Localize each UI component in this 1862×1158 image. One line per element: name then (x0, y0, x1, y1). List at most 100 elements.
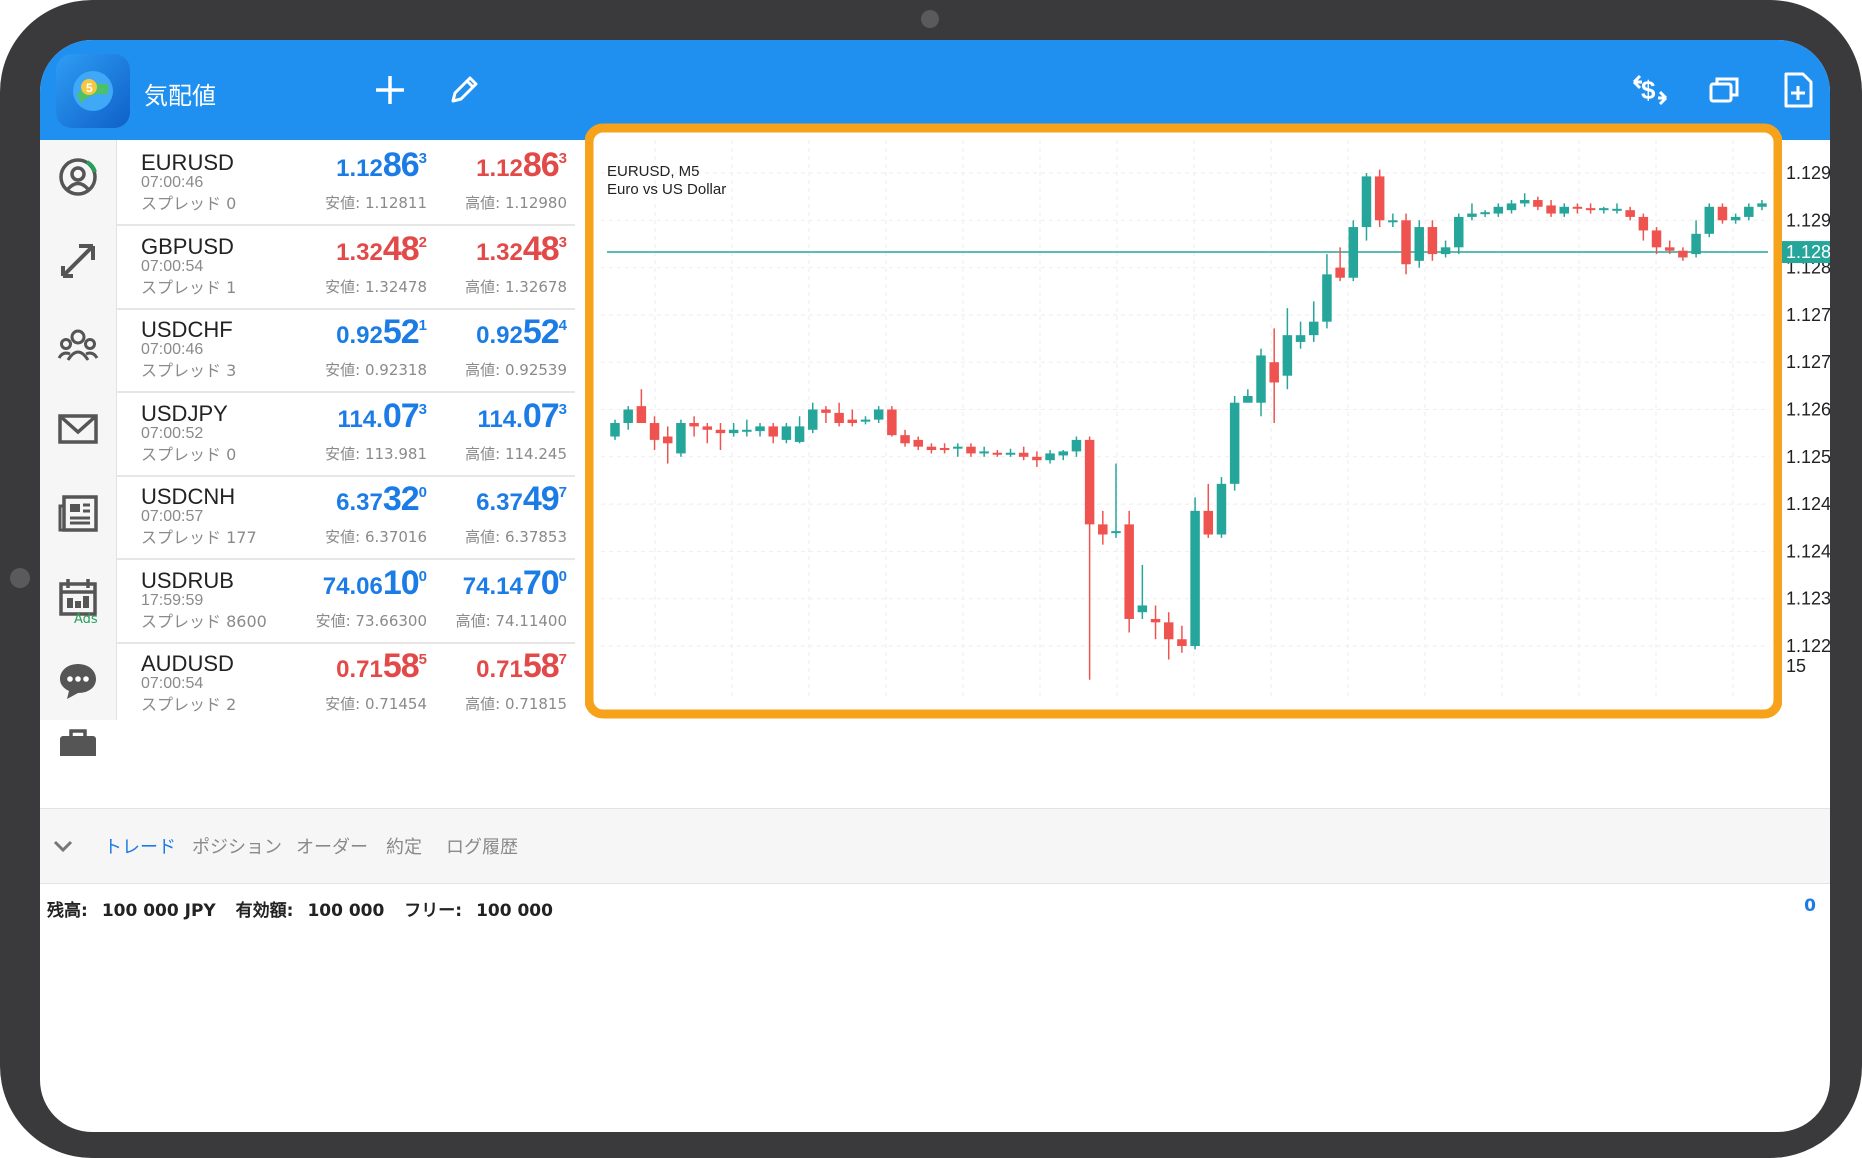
candle-body (808, 409, 818, 430)
candle-body (1216, 483, 1227, 535)
equity-value: 100 000 (307, 901, 385, 921)
price-tick-label: 1.12980 (1786, 163, 1830, 183)
quote-high: 高値: 0.92539 (465, 361, 567, 379)
price-tick-label: 1.12770 (1786, 305, 1830, 325)
candle-body (755, 426, 765, 432)
tab-5[interactable]: ログ履歴 (446, 833, 518, 859)
candle-body (1625, 210, 1635, 217)
chart-title: EURUSD, M5 (607, 163, 700, 180)
candle-body (953, 446, 963, 449)
nav-quotes[interactable] (40, 142, 116, 212)
candle-body (728, 429, 739, 434)
quote-high: 高値: 74.11400 (455, 611, 567, 630)
candle-body (1691, 233, 1701, 255)
bid-price: 1.12863 (336, 146, 427, 184)
nav-trade[interactable] (40, 226, 116, 296)
mail-icon (58, 414, 98, 444)
candle-body (847, 419, 858, 424)
quote-row-audusd[interactable]: AUDUSD 07:00:54 スプレッド 2 0.71585 0.71587 安値: 0… (117, 641, 575, 720)
nav-community[interactable] (40, 310, 116, 380)
quote-high: 高値: 114.245 (465, 444, 567, 463)
chart-highlight-frame (585, 123, 1782, 719)
tablet-frame: 5 気配値 $ Ads EURUSD 07:00:46 スプレッド 0 1.12… (0, 0, 1862, 1158)
plus-icon[interactable] (368, 68, 412, 112)
windows-icon[interactable] (1702, 68, 1746, 112)
tab-3[interactable]: オーダー (296, 833, 368, 859)
left-navigation: Ads (40, 140, 117, 756)
ads-label: Ads (74, 612, 98, 627)
quotes-icon (59, 158, 97, 196)
bid-price: 74.06100 (322, 563, 427, 602)
candle-body (1572, 206, 1583, 209)
candle-body (1559, 206, 1569, 214)
candle-body (821, 409, 831, 413)
quotes-list: EURUSD 07:00:46 スプレッド 0 1.12863 1.12863 安値: 1… (117, 140, 579, 720)
ask-price: 1.12863 (476, 146, 567, 184)
candle-body (1229, 402, 1240, 484)
candle-body (1493, 206, 1504, 214)
candle-body (1058, 451, 1068, 456)
quote-spread: スプレッド 3 (141, 361, 237, 380)
tab-2[interactable]: ポジション (192, 833, 282, 859)
quote-low: 安値: 73.66300 (315, 611, 427, 630)
tab-1[interactable]: トレード (104, 833, 176, 859)
quote-spread: スプレッド 177 (141, 528, 257, 547)
candle-body (1454, 216, 1464, 248)
app-title: 気配値 (144, 82, 216, 110)
candle-body (1664, 247, 1675, 251)
chevron-down-icon[interactable] (48, 831, 78, 861)
nav-calendar[interactable]: Ads (40, 562, 116, 632)
candle-body (913, 439, 923, 447)
candle-body (1361, 176, 1372, 228)
quote-spread: スプレッド 8600 (141, 611, 267, 631)
tab-4[interactable]: 約定 (386, 833, 422, 859)
candle-body (1111, 531, 1121, 534)
candle-body (966, 446, 976, 454)
price-axis: 1.129801.129101.128401.127701.127001.126… (1782, 163, 1830, 676)
candle-body (1005, 452, 1016, 455)
candle-body (860, 419, 871, 422)
candle-body (834, 412, 844, 424)
community-icon (57, 329, 99, 361)
chart-window[interactable]: EURUSD, M5Euro vs US Dollar (585, 122, 1782, 720)
candle-body (1599, 208, 1609, 211)
nav-chat[interactable] (40, 646, 116, 716)
quote-low: 安値: 0.92318 (325, 361, 427, 379)
quote-row-usdrub[interactable]: USDRUB 17:59:59 スプレッド 8600 74.06100 74.14700… (117, 558, 575, 644)
quote-row-usdjpy[interactable]: USDJPY 07:00:52 スプレッド 0 114.073 114.073 安値: 1… (117, 391, 575, 477)
candle-body (1704, 206, 1715, 234)
ask-price: 74.14700 (462, 563, 567, 602)
candle-body (900, 435, 910, 444)
candle-body (1414, 227, 1424, 261)
app-logo[interactable]: 5 (56, 54, 130, 128)
candle-body (1071, 439, 1082, 452)
candle-body (1651, 230, 1662, 248)
quote-symbol: GBPUSD (141, 233, 234, 259)
new-document-icon[interactable] (1776, 68, 1820, 112)
nav-briefcase[interactable] (40, 716, 116, 756)
bid-price: 0.71585 (336, 647, 427, 685)
quote-high: 高値: 0.71815 (465, 695, 567, 713)
bid-price: 0.92521 (336, 313, 427, 351)
quote-row-usdchf[interactable]: USDCHF 07:00:46 スプレッド 3 0.92521 0.92524 安値: 0… (117, 307, 575, 393)
nav-news[interactable] (40, 478, 116, 548)
pencil-icon[interactable] (442, 68, 486, 112)
candle-body (1467, 213, 1477, 217)
quote-high: 高値: 6.37853 (465, 528, 567, 546)
candle-body (1585, 208, 1596, 211)
quote-row-eurusd[interactable]: EURUSD 07:00:46 スプレッド 0 1.12863 1.12863 安値: 1… (117, 140, 575, 226)
quote-row-gbpusd[interactable]: GBPUSD 07:00:54 スプレッド 1 1.32482 1.32483 安値: 1… (117, 224, 575, 310)
quote-row-usdcnh[interactable]: USDCNH 07:00:57 スプレッド 177 6.37320 6.37497 安値:… (117, 474, 575, 560)
candle-body (1282, 335, 1293, 376)
free-margin-label: フリー: (404, 901, 463, 921)
candle-body (1032, 456, 1042, 461)
quote-high: 高値: 1.12980 (465, 194, 567, 212)
svg-text:5: 5 (86, 81, 93, 95)
dollar-swap-icon[interactable]: $ (1628, 68, 1672, 112)
nav-mail[interactable] (40, 394, 116, 464)
current-price-label: 1.12863 (1786, 242, 1830, 262)
quote-symbol: EURUSD (141, 150, 234, 175)
candle-body (1401, 220, 1411, 265)
quote-low: 安値: 0.71454 (325, 695, 427, 713)
candle-body (1480, 212, 1490, 215)
